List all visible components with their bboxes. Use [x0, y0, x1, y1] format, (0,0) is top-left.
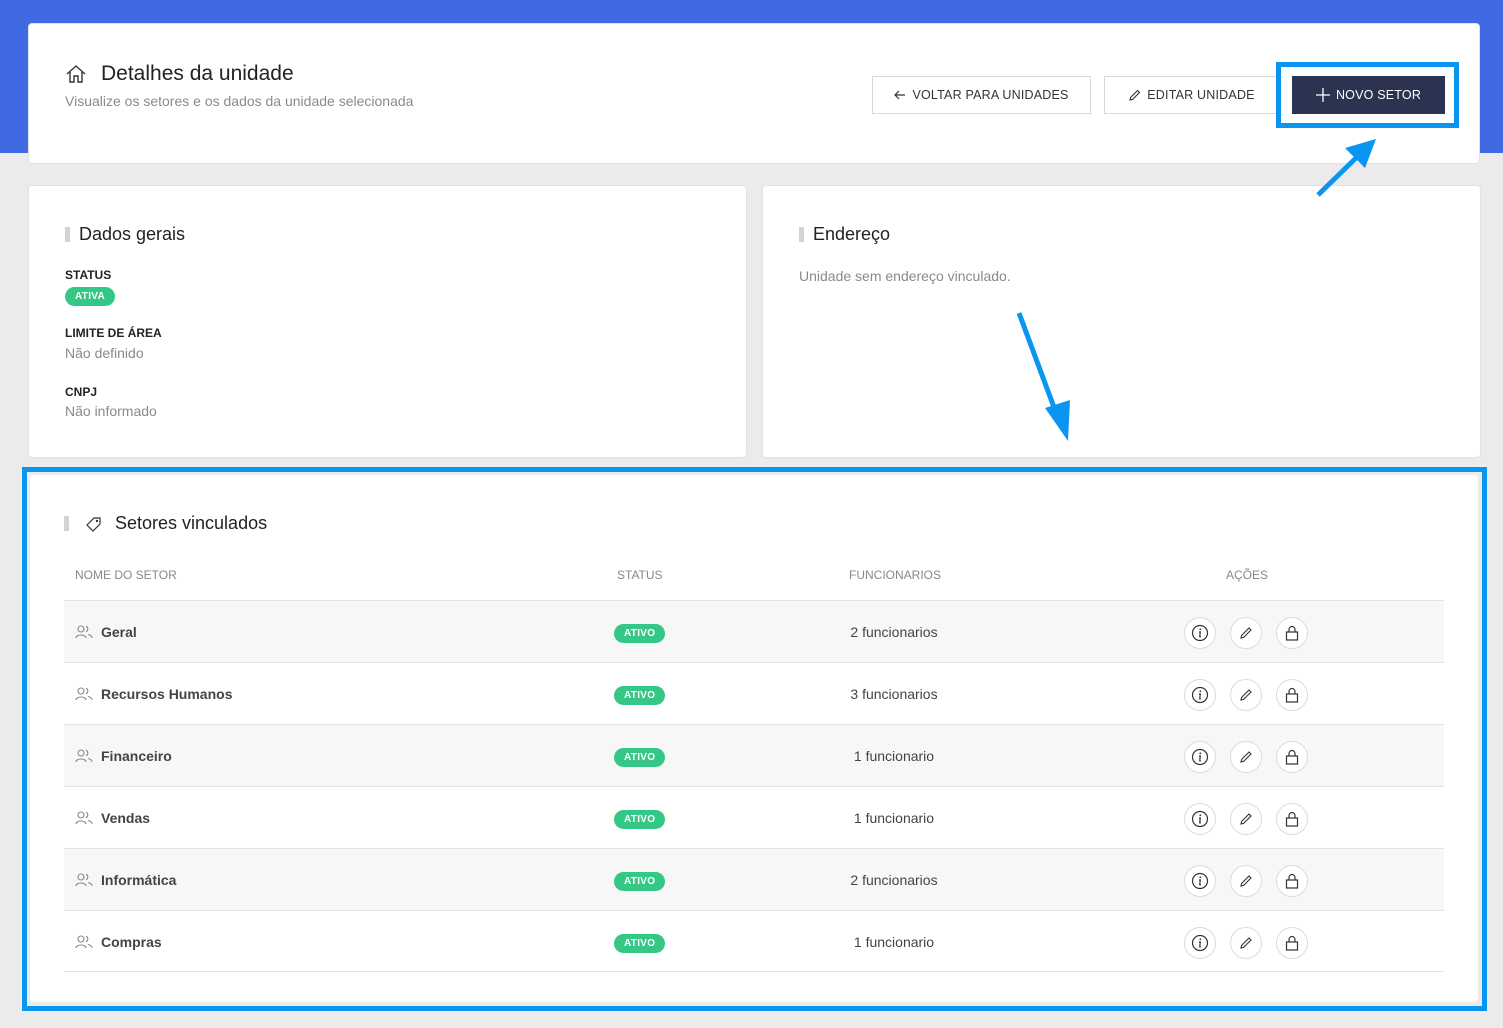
cnpj-value: Não informado: [65, 403, 157, 419]
general-data-card: Dados gerais STATUS ATIVA LIMITE DE ÁREA…: [28, 185, 747, 458]
section-marker: [65, 227, 70, 242]
annotation-highlight-sectors-table: [22, 467, 1487, 1011]
arrow-left-icon: [894, 90, 906, 100]
annotation-highlight-new-sector: [1276, 62, 1459, 128]
address-empty-message: Unidade sem endereço vinculado.: [799, 268, 1011, 284]
back-to-units-button[interactable]: VOLTAR PARA UNIDADES: [872, 76, 1091, 114]
pencil-icon: [1129, 89, 1141, 101]
cnpj-label: CNPJ: [65, 385, 98, 399]
section-marker: [799, 227, 804, 242]
area-limit-label: LIMITE DE ÁREA: [65, 326, 162, 340]
home-icon: [66, 65, 86, 83]
status-badge: ATIVA: [65, 287, 116, 306]
general-data-title: Dados gerais: [79, 224, 186, 244]
status-label: STATUS: [65, 268, 112, 282]
address-title: Endereço: [813, 224, 891, 244]
back-button-label: VOLTAR PARA UNIDADES: [912, 88, 1069, 102]
area-limit-value: Não definido: [65, 345, 144, 361]
edit-button-label: EDITAR UNIDADE: [1147, 88, 1255, 102]
edit-unit-button[interactable]: EDITAR UNIDADE: [1104, 76, 1279, 114]
page-subtitle: Visualize os setores e os dados da unida…: [65, 93, 414, 109]
address-card: Endereço Unidade sem endereço vinculado.: [762, 185, 1481, 458]
header-card: Detalhes da unidade Visualize os setores…: [28, 23, 1480, 164]
page-title: Detalhes da unidade: [101, 62, 294, 85]
